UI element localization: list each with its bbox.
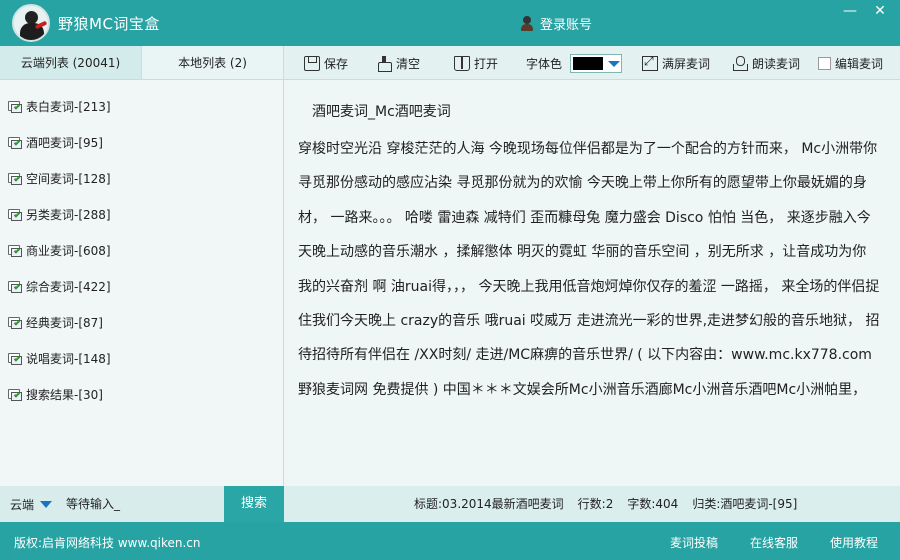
category-label: 表白麦词-[213] <box>26 99 111 114</box>
fullscreen-button[interactable]: 满屏麦词 <box>642 54 711 72</box>
category-label: 综合麦词-[422] <box>26 279 111 294</box>
editor-toolbar: 保存 清空 打开 字体色 满屏麦词 朗读麦词 编辑麦词 <box>284 46 900 80</box>
color-swatch <box>573 57 603 70</box>
category-label: 空间麦词-[128] <box>26 171 111 186</box>
minimize-button[interactable]: — <box>840 4 860 20</box>
search-input[interactable] <box>60 492 222 516</box>
fullscreen-label: 满屏麦词 <box>662 57 711 71</box>
category-icon <box>8 316 22 329</box>
chevron-down-icon <box>40 500 53 508</box>
font-color-select[interactable] <box>570 54 622 73</box>
category-label: 经典麦词-[87] <box>26 315 103 330</box>
category-item[interactable]: 搜索结果-[30] <box>0 376 283 412</box>
category-list: 表白麦词-[213] 酒吧麦词-[95] 空间麦词-[128] 另类麦词-[28… <box>0 80 283 412</box>
lyrics-editor[interactable]: 酒吧麦词_Mc酒吧麦词 穿梭时空光沿 穿梭茫茫的人海 今晚现场每位伴侣都是为了一… <box>284 80 900 486</box>
category-item[interactable]: 表白麦词-[213] <box>0 88 283 124</box>
category-icon <box>8 244 22 257</box>
category-item[interactable]: 商业麦词-[608] <box>0 232 283 268</box>
title-bar: 野狼MC词宝盒 登录账号 — ✕ <box>0 0 900 46</box>
lyrics-text[interactable]: 穿梭时空光沿 穿梭茫茫的人海 今晚现场每位伴侣都是为了一个配合的方针而来， Mc… <box>298 132 880 407</box>
support-link[interactable]: 在线客服 <box>750 534 798 551</box>
search-button[interactable]: 搜索 <box>224 486 284 522</box>
category-item[interactable]: 酒吧麦词-[95] <box>0 124 283 160</box>
category-label: 搜索结果-[30] <box>26 387 103 402</box>
list-tabs: 云端列表 (20041) 本地列表 (2) <box>0 46 283 80</box>
category-icon <box>8 280 22 293</box>
lock-icon <box>732 56 748 71</box>
open-label: 打开 <box>474 57 499 71</box>
clear-label: 清空 <box>396 57 421 71</box>
login-label: 登录账号 <box>540 18 593 33</box>
status-chars: 字数:404 <box>627 497 679 511</box>
song-title: 酒吧麦词_Mc酒吧麦词 <box>312 104 451 120</box>
status-category: 归类:酒吧麦词-[95] <box>692 497 798 511</box>
submit-link[interactable]: 麦词投稿 <box>670 534 718 551</box>
search-scope-label: 云端 <box>10 497 35 512</box>
footer: 版权:启肯网络科技 www.qiken.cn 麦词投稿 在线客服 使用教程 <box>0 522 900 560</box>
category-label: 说唱麦词-[148] <box>26 351 111 366</box>
clear-icon <box>376 56 392 72</box>
read-aloud-label: 朗读麦词 <box>752 57 801 71</box>
category-icon <box>8 208 22 221</box>
category-item[interactable]: 综合麦词-[422] <box>0 268 283 304</box>
save-button[interactable]: 保存 <box>304 55 348 72</box>
category-icon <box>8 136 22 149</box>
edit-checkbox[interactable] <box>818 57 831 70</box>
category-icon <box>8 352 22 365</box>
edit-label: 编辑麦词 <box>835 57 884 71</box>
save-icon <box>304 56 320 71</box>
search-bar: 云端 搜索 <box>0 486 284 522</box>
read-aloud-button[interactable]: 朗读麦词 <box>732 55 800 72</box>
tab-local-list[interactable]: 本地列表 (2) <box>142 46 283 79</box>
save-label: 保存 <box>324 57 349 71</box>
category-label: 酒吧麦词-[95] <box>26 135 103 150</box>
book-icon <box>454 56 470 71</box>
category-item[interactable]: 另类麦词-[288] <box>0 196 283 232</box>
tab-cloud-list[interactable]: 云端列表 (20041) <box>0 46 142 79</box>
login-button[interactable]: 登录账号 <box>520 14 592 33</box>
category-icon <box>8 388 22 401</box>
font-color-label: 字体色 <box>526 57 563 71</box>
status-title: 标题:03.2014最新酒吧麦词 <box>414 497 564 511</box>
category-item[interactable]: 空间麦词-[128] <box>0 160 283 196</box>
app-logo <box>12 4 50 42</box>
left-panel: 云端列表 (20041) 本地列表 (2) 表白麦词-[213] 酒吧麦词-[9… <box>0 46 284 486</box>
copyright-text: 版权:启肯网络科技 www.qiken.cn <box>14 536 201 550</box>
category-icon <box>8 100 22 113</box>
category-item[interactable]: 说唱麦词-[148] <box>0 340 283 376</box>
category-icon <box>8 172 22 185</box>
edit-toggle[interactable]: 编辑麦词 <box>818 55 883 72</box>
fullscreen-icon <box>642 54 658 71</box>
status-lines: 行数:2 <box>577 497 614 511</box>
category-label: 商业麦词-[608] <box>26 243 111 258</box>
app-title: 野狼MC词宝盒 <box>58 15 160 33</box>
chevron-down-icon <box>608 61 620 67</box>
close-button[interactable]: ✕ <box>870 4 890 20</box>
category-label: 另类麦词-[288] <box>26 207 111 222</box>
open-button[interactable]: 打开 <box>454 55 498 72</box>
tutorial-link[interactable]: 使用教程 <box>830 534 878 551</box>
category-item[interactable]: 经典麦词-[87] <box>0 304 283 340</box>
status-bar: 标题:03.2014最新酒吧麦词 行数:2 字数:404 归类:酒吧麦词-[95… <box>284 486 900 522</box>
user-icon <box>520 16 534 31</box>
clear-button[interactable]: 清空 <box>376 55 420 72</box>
search-scope-select[interactable]: 云端 <box>0 486 60 522</box>
